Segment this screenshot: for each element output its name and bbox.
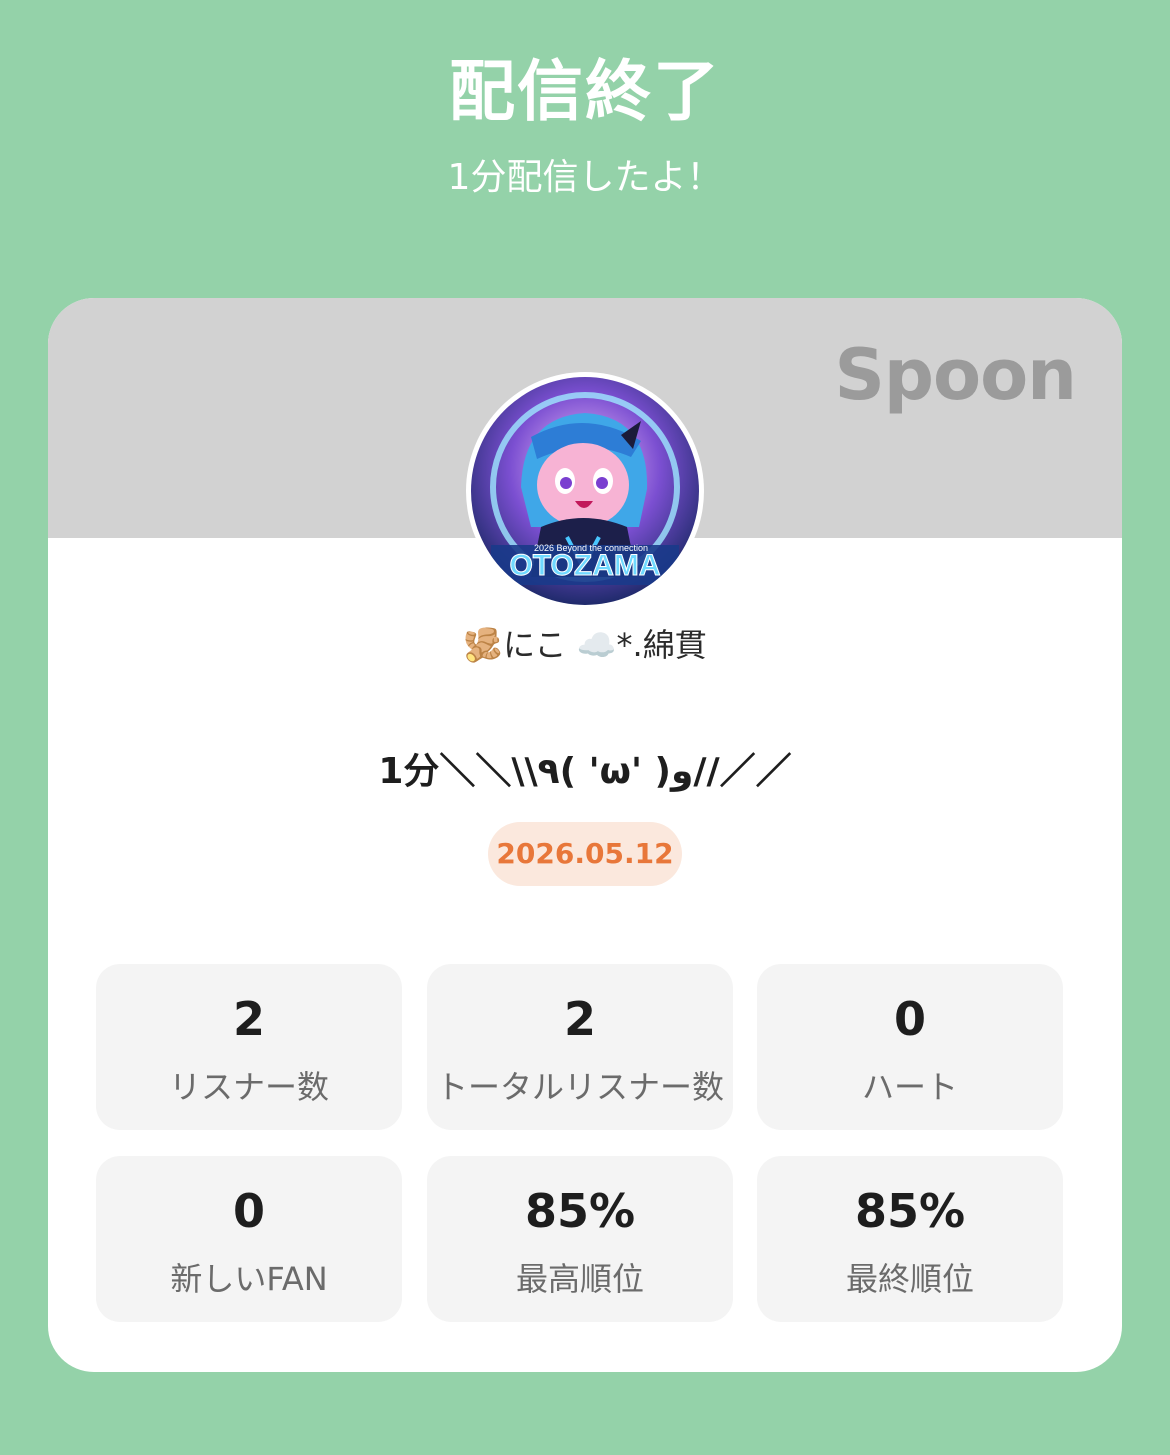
stat-final-rank: 85% 最終順位 [757,1156,1063,1322]
stat-highest-rank: 85% 最高順位 [427,1156,733,1322]
stat-value: 85% [854,1184,966,1238]
avatar[interactable]: OTOZAMA 2026 Beyond the connection [466,372,704,610]
stat-new-fans: 0 新しいFAN [96,1156,402,1322]
stat-value: 0 [232,1184,265,1238]
avatar-caption-sub: 2026 Beyond the connection [534,543,648,553]
spoon-logo: Spoon [834,334,1077,416]
date-badge: 2026.05.12 [488,822,682,886]
broadcast-summary-card: Spoon OTOZAMA 2026 Beyond the connection… [48,298,1122,1372]
stat-value: 0 [893,992,926,1046]
stat-label: 最高順位 [515,1260,644,1298]
stats-grid: 2 リスナー数 2 トータルリスナー数 0 ハート 0 新しいFAN 85% 最… [96,964,1064,1322]
stream-title: 1分＼＼\\٩( 'ω' )و//／／ [378,751,792,792]
stat-label: 新しいFAN [170,1260,328,1298]
page-subtitle: 1分配信したよ！ [447,157,723,198]
stat-label: トータルリスナー数 [435,1068,724,1106]
stat-listeners: 2 リスナー数 [96,964,402,1130]
stat-label: 最終順位 [845,1260,974,1298]
avatar-image: OTOZAMA 2026 Beyond the connection [471,377,699,605]
stat-hearts: 0 ハート [757,964,1063,1130]
avatar-caption: OTOZAMA [509,549,660,582]
stat-total-listeners: 2 トータルリスナー数 [427,964,733,1130]
stat-value: 2 [563,992,596,1046]
stat-value: 2 [232,992,265,1046]
stat-value: 85% [524,1184,636,1238]
page-title: 配信終了 [449,53,721,130]
user-nickname: 🫚にこ ☁️*.綿貫 [463,626,707,664]
stat-label: ハート [861,1068,958,1106]
stat-label: リスナー数 [168,1068,329,1106]
